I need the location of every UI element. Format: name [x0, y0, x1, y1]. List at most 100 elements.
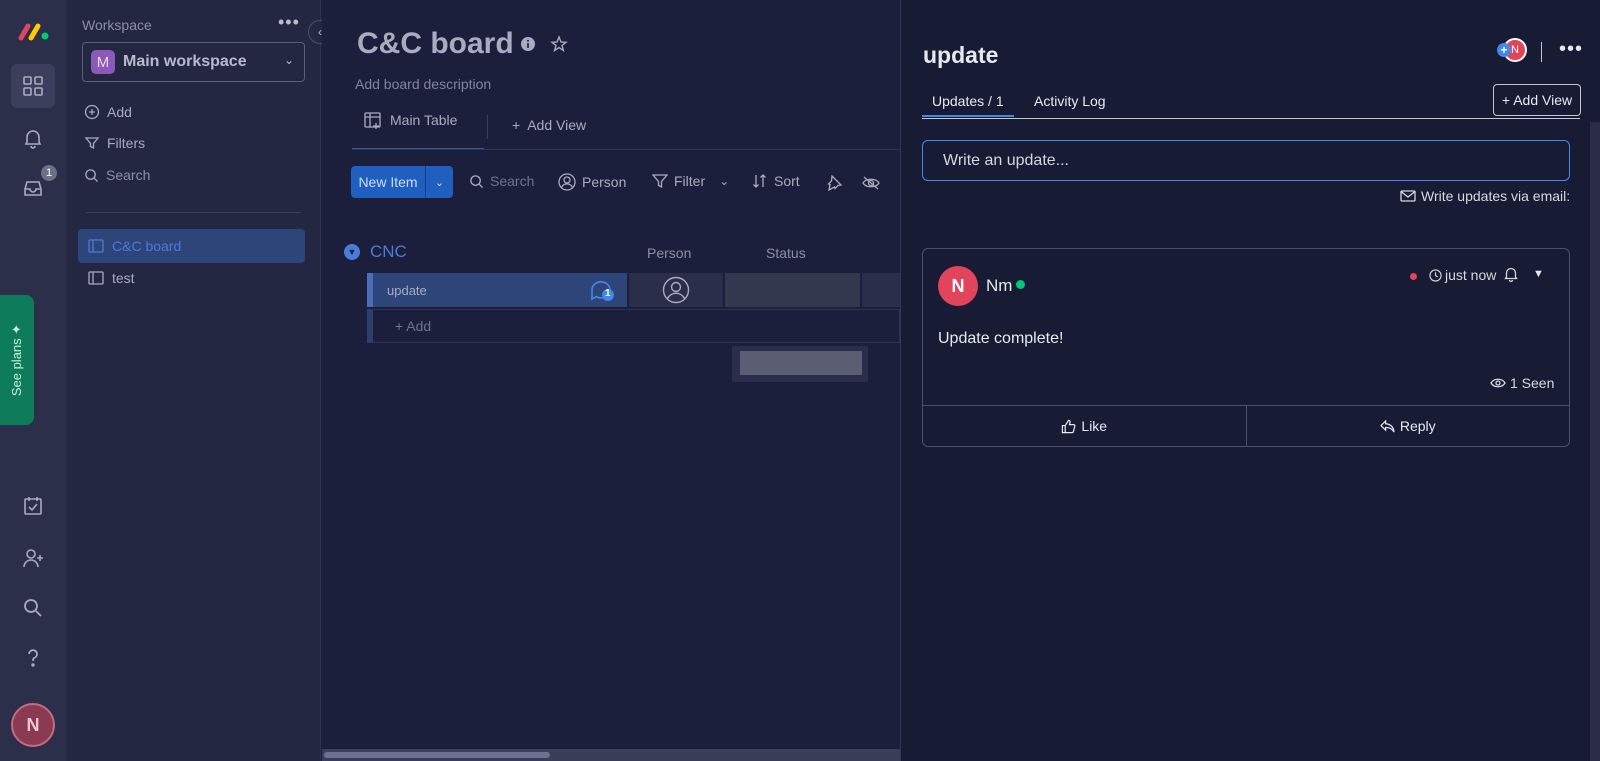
status-summary-bar [740, 351, 862, 375]
update-body: Update complete! [938, 330, 1064, 347]
group-name[interactable]: CNC [370, 242, 407, 262]
invite-members-icon[interactable] [11, 536, 55, 580]
group-collapse-icon[interactable]: ▼ [344, 244, 360, 260]
item-updates-icon[interactable]: 1 [589, 280, 617, 305]
inbox-count-badge: 1 [41, 165, 57, 181]
bell-icon[interactable] [1503, 266, 1519, 282]
post-time: just now [1429, 267, 1496, 283]
sidebar-item-label: C&C board [112, 238, 182, 254]
tab-main-table[interactable]: Main Table [352, 112, 484, 150]
plus-icon: + [512, 117, 521, 133]
write-update-input[interactable]: Write an update... [922, 140, 1570, 181]
filters-button[interactable]: Filters [84, 135, 145, 151]
subscribers-button[interactable]: N + [1497, 38, 1531, 64]
filter-icon [84, 137, 100, 150]
write-via-email-link[interactable]: Write updates via email: [1400, 188, 1570, 204]
table-row[interactable]: update 1 [367, 273, 900, 307]
workspace-name: Main workspace [123, 53, 247, 70]
monday-logo[interactable] [17, 20, 51, 42]
panel-scrollbar[interactable] [1590, 122, 1600, 761]
help-icon[interactable] [11, 636, 55, 680]
toolbar-sort[interactable]: Sort [752, 173, 800, 189]
filters-label: Filters [107, 135, 146, 151]
toolbar-person[interactable]: Person [558, 173, 626, 191]
info-icon[interactable] [520, 36, 536, 52]
board-title-icons [520, 35, 568, 53]
table-icon [364, 112, 381, 129]
toolbar-filter[interactable]: Filter ⌄ [652, 173, 729, 189]
tab-label: Main Table [390, 112, 458, 128]
envelope-icon [1400, 190, 1416, 202]
item-updates-count: 1 [605, 288, 611, 299]
sidebar-item-cc-board[interactable]: C&C board [78, 229, 305, 263]
new-item-button[interactable]: New Item ⌄ [351, 166, 453, 198]
tab-divider [487, 115, 488, 139]
workspaces-icon[interactable] [11, 64, 55, 108]
post-menu-chevron-icon[interactable]: ▼ [1533, 268, 1544, 280]
search-icon [470, 174, 484, 188]
add-button[interactable]: Add [84, 104, 132, 120]
more-options-icon[interactable]: ••• [1559, 38, 1583, 61]
sidebar-item-test[interactable]: test [78, 261, 305, 295]
see-plans-label: See plans ✦ [9, 323, 24, 397]
reply-button[interactable]: Reply [1245, 406, 1570, 446]
board-main: C&C board Add board description Main Tab… [322, 0, 900, 761]
author-avatar[interactable]: N [938, 266, 978, 306]
search-everything-icon[interactable] [11, 586, 55, 630]
person-cell[interactable] [629, 273, 723, 307]
search-label: Search [106, 167, 151, 183]
status-cell[interactable] [725, 273, 860, 307]
item-name: update [387, 282, 427, 298]
item-name-cell[interactable]: update [367, 273, 627, 307]
status-summary [732, 346, 868, 382]
search-icon [85, 168, 99, 182]
seen-count[interactable]: 1 Seen [1490, 375, 1554, 391]
write-via-email-label: Write updates via email: [1421, 188, 1571, 204]
tab-updates[interactable]: Updates / 1 [922, 93, 1014, 117]
toolbar-sort-label: Sort [774, 173, 800, 189]
star-icon[interactable] [550, 35, 568, 53]
chevron-down-icon: ⌄ [283, 53, 294, 67]
horizontal-scrollbar[interactable] [322, 749, 900, 761]
hide-eye-icon[interactable] [862, 175, 880, 191]
see-plans-button[interactable]: See plans ✦ [0, 295, 34, 425]
header-divider [1541, 42, 1542, 62]
new-item-label[interactable]: New Item [351, 166, 425, 198]
reply-label: Reply [1399, 418, 1436, 434]
person-avatar-placeholder-icon [662, 276, 690, 304]
online-status-dot [1016, 280, 1025, 289]
author-name[interactable]: Nm [986, 276, 1012, 296]
tab-activity-log[interactable]: Activity Log [1034, 93, 1106, 109]
my-work-icon[interactable] [11, 484, 55, 528]
chevron-down-icon[interactable]: ⌄ [425, 166, 453, 198]
search-button[interactable]: Search [84, 167, 150, 183]
sidebar-item-label: test [112, 270, 135, 286]
scrollbar-thumb[interactable] [324, 752, 550, 758]
add-item-row[interactable]: + Add [367, 309, 900, 343]
pin-icon[interactable] [826, 175, 842, 191]
sidebar-divider [86, 212, 301, 213]
add-view-button[interactable]: + Add View [1493, 84, 1581, 116]
board-icon [88, 271, 104, 285]
update-post: N Nm just now ▼ Update complete! 1 Seen … [922, 248, 1570, 447]
tabs-underline [352, 149, 900, 150]
add-view-tab[interactable]: + Add View [512, 117, 586, 133]
add-subscriber-icon: + [1497, 43, 1511, 57]
item-title[interactable]: update [923, 42, 998, 69]
workspace-selector[interactable]: M Main workspace ⌄ [82, 42, 305, 82]
board-description[interactable]: Add board description [355, 76, 491, 92]
left-rail: 1 See plans ✦ N [0, 0, 66, 761]
toolbar-search[interactable]: Search [469, 173, 534, 189]
extra-cell[interactable] [862, 273, 900, 307]
like-button[interactable]: Like [923, 406, 1246, 446]
column-header-status[interactable]: Status [766, 245, 806, 261]
notifications-bell-icon[interactable] [11, 116, 55, 160]
person-circle-icon [558, 173, 576, 191]
board-title[interactable]: C&C board [357, 27, 514, 61]
column-header-person[interactable]: Person [647, 245, 691, 261]
add-view-label: Add View [527, 117, 587, 133]
user-avatar[interactable]: N [11, 703, 55, 747]
post-actions: Like Reply [923, 405, 1569, 446]
workspace-more-icon[interactable]: ••• [278, 12, 300, 33]
chevron-down-icon[interactable]: ⌄ [719, 174, 729, 188]
